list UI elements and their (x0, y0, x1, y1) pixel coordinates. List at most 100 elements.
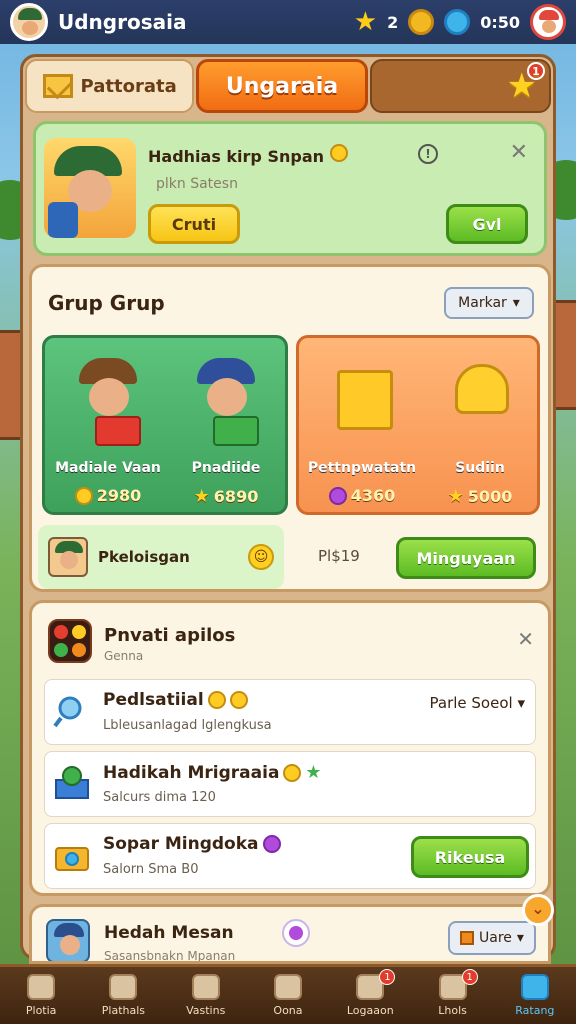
list-item-subtitle: Salorn Sma B0 (103, 862, 199, 877)
shop-icon (191, 974, 220, 1000)
offer-item[interactable]: Pnadiide ★ 6890 (167, 348, 285, 508)
list-title: Pnvati apilos (104, 625, 236, 646)
list-item-dropdown[interactable]: Parle Soeol ▾ (430, 694, 525, 712)
friend-avatar[interactable] (530, 4, 566, 40)
quest-left-button[interactable]: Cruti (148, 204, 240, 244)
list-subtitle: Genna (104, 649, 144, 663)
group-count: Pl$19 (318, 547, 360, 565)
gift-box-icon (95, 416, 141, 446)
quest-go-button[interactable]: Gvl (446, 204, 528, 244)
chevron-down-icon: ▾ (516, 930, 524, 946)
gem-icon (262, 835, 281, 853)
player-avatar[interactable] (10, 3, 48, 41)
timer-text: 0:50 (480, 12, 520, 32)
group-member[interactable]: Pkeloisgan ☺ (38, 525, 284, 589)
tab-favorites[interactable]: ★ 1 (369, 59, 551, 113)
member-name: Pkeloisgan (98, 548, 190, 566)
nav-label: Oona (273, 1004, 303, 1017)
price-value: 2980 (96, 486, 142, 505)
row-title-text: Hadikah Mrigraaia (103, 762, 280, 783)
offer-name: Madiale Vaan (55, 460, 161, 476)
offer-name: Sudiin (455, 460, 505, 476)
home-icon (109, 974, 138, 1000)
offer-item[interactable]: Sudiin ★ 5000 (421, 348, 539, 508)
nav-item-logaaon[interactable]: 1 Logaaon (329, 967, 411, 1024)
coin-icon[interactable] (408, 9, 435, 35)
nav-label: Plathals (101, 1004, 146, 1017)
group-action-button[interactable]: Minguyaan (396, 537, 536, 579)
offer-price: ★ 5000 (421, 486, 539, 507)
envelope-icon (42, 74, 73, 98)
candy-dot (54, 625, 68, 639)
quest-title-text: Hadhias kirp Snpan (148, 147, 324, 166)
offer-art (437, 356, 523, 446)
gem-icon[interactable] (444, 9, 471, 35)
offer-item[interactable]: Pettnpwatatn 4360 (303, 348, 421, 508)
partial-select[interactable]: Uare ▾ (448, 921, 536, 955)
star-icon: ★ 1 (507, 62, 545, 106)
chevron-down-icon: ▾ (517, 694, 525, 712)
candy-dot (72, 643, 86, 657)
select-label: Uare (479, 930, 512, 946)
quest-character-art (44, 138, 136, 238)
quest-card: Hadhias kirp Snpan plkn Satesn ! ✕ Cruti… (33, 121, 547, 256)
price-value: 5000 (467, 487, 513, 506)
coin-icon (329, 144, 348, 162)
coin-icon (229, 691, 248, 709)
chevron-down-icon: ▾ (512, 295, 520, 311)
treasure-chest-icon (53, 764, 91, 802)
info-icon[interactable]: ! (418, 144, 438, 164)
nav-item-ratang[interactable]: Ratang (494, 967, 576, 1024)
list-item-subtitle: Lbleusanlagad lglengkusa (103, 718, 272, 733)
helmet-icon (455, 364, 509, 414)
offer-panel-green: Madiale Vaan 2980 Pnadiide ★ 6890 (42, 335, 288, 515)
partial-avatar (46, 919, 90, 961)
row-title-text: Pedlsatiial (103, 690, 204, 710)
star-icon: ★ (193, 486, 210, 507)
tab-ungaraia[interactable]: Ungaraia (196, 59, 368, 113)
offer-price: ★ 6890 (167, 486, 285, 507)
emoji-icon[interactable]: ☺ (248, 544, 274, 570)
profile-icon (27, 974, 56, 1000)
list-item-action-button[interactable]: Rikeusa (411, 836, 529, 878)
dice-icon (273, 974, 302, 1000)
group-card: Grup Grup Markar ▾ Madiale Vaan 2980 Pna… (29, 264, 551, 592)
select-label: Markar (458, 295, 507, 311)
magnifier-icon (53, 692, 91, 730)
group-filter-select[interactable]: Markar ▾ (444, 287, 534, 319)
nav-item-lhols[interactable]: 1 Lhols (411, 967, 493, 1024)
bottom-nav: Plotia Plathals Vastins Oona 1 Logaaon 1… (0, 964, 576, 1024)
tab-pattorata[interactable]: Pattorata (25, 59, 195, 113)
nav-label: Vastins (186, 1004, 226, 1017)
main-panel: Pattorata Ungaraia ★ 1 Hadhias kirp Snpan… (20, 54, 556, 964)
avatar-face (60, 935, 80, 955)
candy-dot (54, 643, 68, 657)
list-item[interactable]: Hadikah Mrigraaia ★ Salcurs dima 120 (44, 751, 536, 817)
notification-badge: 1 (461, 969, 478, 985)
chevron-down-badge-icon[interactable]: ⌄ (522, 894, 554, 926)
gem-icon[interactable] (282, 919, 310, 947)
nav-label: Ratang (515, 1004, 555, 1017)
list-item-subtitle: Salcurs dima 120 (103, 790, 216, 805)
row-title-text: Sopar Mingdoka (103, 834, 259, 854)
top-bar: Udngrosaia ★ 2 0:50 (0, 0, 576, 44)
rating-icon (520, 974, 549, 1000)
offer-art (319, 356, 405, 446)
close-icon[interactable]: ✕ (510, 140, 528, 165)
price-value: 6890 (213, 487, 259, 506)
nav-item-plathals[interactable]: Plathals (82, 967, 164, 1024)
list-item[interactable]: Pedlsatiial Lbleusanlagad lglengkusa Par… (44, 679, 536, 745)
offer-price: 4360 (303, 486, 421, 505)
close-icon[interactable]: ✕ (517, 627, 534, 651)
avatar-face (22, 21, 38, 35)
nav-item-vastins[interactable]: Vastins (165, 967, 247, 1024)
nav-item-oona[interactable]: Oona (247, 967, 329, 1024)
character-face (207, 378, 247, 416)
gem-icon (328, 486, 347, 505)
nav-item-plotia[interactable]: Plotia (0, 967, 82, 1024)
list-item-title: Hadikah Mrigraaia ★ (103, 762, 322, 783)
tab-bar: Pattorata Ungaraia ★ 1 (23, 57, 553, 115)
offer-price: 2980 (49, 486, 167, 505)
offer-item[interactable]: Madiale Vaan 2980 (49, 348, 167, 508)
list-item[interactable]: Sopar Mingdoka Salorn Sma B0 Rikeusa (44, 823, 536, 889)
